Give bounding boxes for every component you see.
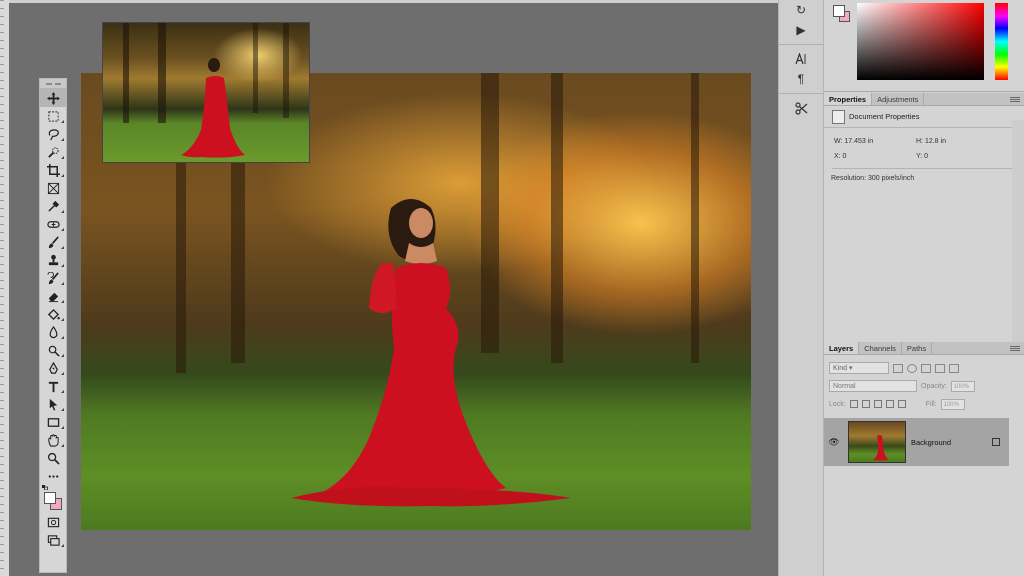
top-ruler bbox=[0, 0, 778, 3]
left-ruler bbox=[0, 0, 9, 576]
tool-presets-icon[interactable] bbox=[779, 98, 823, 118]
resolution-label: Resolution: 300 pixels/inch bbox=[831, 175, 915, 182]
fill-label: Fill: bbox=[925, 400, 937, 408]
lock-transparent-icon[interactable] bbox=[849, 400, 858, 408]
healing-brush-tool-icon[interactable] bbox=[40, 215, 66, 233]
right-panels: Properties Adjustments Document Properti… bbox=[824, 0, 1024, 576]
y-value[interactable]: Y: 0 bbox=[916, 153, 1006, 160]
frame-tool-icon[interactable] bbox=[40, 179, 66, 197]
tree-trunk bbox=[691, 73, 699, 363]
adjustment-filter-icon[interactable] bbox=[907, 363, 917, 373]
tab-properties[interactable]: Properties bbox=[824, 93, 873, 105]
woman-in-red-dress bbox=[291, 199, 571, 507]
panel-dock-icons: ↻ ▶ ¶ bbox=[778, 0, 824, 576]
foreground-color-swatch[interactable] bbox=[44, 492, 56, 504]
zoom-tool-icon[interactable] bbox=[40, 449, 66, 467]
clone-stamp-tool-icon[interactable] bbox=[40, 251, 66, 269]
layer-row-background[interactable]: 👁 Background bbox=[824, 418, 1009, 466]
document-properties-header: Document Properties bbox=[824, 106, 1024, 128]
move-tool-icon[interactable] bbox=[40, 89, 66, 107]
panel-menu-icon[interactable] bbox=[1010, 93, 1024, 105]
color-panel bbox=[824, 0, 1024, 92]
screen-mode-icon[interactable] bbox=[40, 531, 66, 549]
lock-artboard-icon[interactable] bbox=[885, 400, 894, 408]
marquee-tool-icon[interactable] bbox=[40, 107, 66, 125]
lock-image-icon[interactable] bbox=[861, 400, 870, 408]
properties-scrollbar[interactable] bbox=[1012, 120, 1024, 342]
toolbar-grip[interactable] bbox=[40, 79, 66, 89]
blend-mode-select[interactable]: Normal bbox=[829, 380, 917, 392]
crop-tool-icon[interactable] bbox=[40, 161, 66, 179]
tab-adjustments[interactable]: Adjustments bbox=[872, 93, 925, 105]
properties-panel: Document Properties W: 17.453 in H: 12.8… bbox=[824, 106, 1024, 342]
kind-filter-label: Kind bbox=[833, 365, 848, 372]
default-colors-icon[interactable] bbox=[42, 485, 48, 490]
color-panel-foreground-swatch[interactable] bbox=[833, 5, 845, 17]
actions-play-icon[interactable]: ▶ bbox=[779, 20, 823, 40]
blend-mode-label: Normal bbox=[833, 383, 856, 390]
rectangle-tool-icon[interactable] bbox=[40, 413, 66, 431]
layer-thumbnail bbox=[848, 421, 906, 463]
layer-lock-icon bbox=[992, 438, 1000, 446]
hand-tool-icon[interactable] bbox=[40, 431, 66, 449]
lock-label: Lock: bbox=[829, 400, 846, 408]
type-tool-icon[interactable] bbox=[40, 377, 66, 395]
type-filter-icon[interactable] bbox=[921, 363, 931, 373]
quick-mask-icon[interactable] bbox=[40, 513, 66, 531]
character-panel-icon[interactable] bbox=[779, 49, 823, 69]
layer-name[interactable]: Background bbox=[911, 438, 992, 447]
height-value[interactable]: H: 12.8 in bbox=[916, 138, 1006, 145]
history-brush-tool-icon[interactable] bbox=[40, 269, 66, 287]
history-icon[interactable]: ↻ bbox=[779, 0, 823, 20]
color-picker-field[interactable] bbox=[857, 3, 984, 80]
path-selection-tool-icon[interactable] bbox=[40, 395, 66, 413]
eyedropper-tool-icon[interactable] bbox=[40, 197, 66, 215]
tools-panel bbox=[39, 78, 67, 573]
layers-panel: Kind ▾ Normal Opacity: 100% Lock: Fill: … bbox=[824, 342, 1024, 576]
document-properties-label: Document Properties bbox=[849, 112, 920, 121]
dodge-tool-icon[interactable] bbox=[40, 341, 66, 359]
opacity-input[interactable]: 100% bbox=[950, 380, 975, 392]
brush-tool-icon[interactable] bbox=[40, 233, 66, 251]
paint-bucket-tool-icon[interactable] bbox=[40, 305, 66, 323]
reference-thumbnail bbox=[102, 22, 310, 163]
eraser-tool-icon[interactable] bbox=[40, 287, 66, 305]
shape-filter-icon[interactable] bbox=[935, 363, 945, 373]
lock-all-icon[interactable] bbox=[897, 400, 906, 408]
x-value[interactable]: X: 0 bbox=[834, 153, 916, 160]
kind-filter-select[interactable]: Kind ▾ bbox=[829, 362, 889, 374]
blur-tool-icon[interactable] bbox=[40, 323, 66, 341]
properties-tabbar: Properties Adjustments bbox=[824, 93, 1024, 106]
paragraph-panel-icon[interactable]: ¶ bbox=[779, 69, 823, 89]
lasso-tool-icon[interactable] bbox=[40, 125, 66, 143]
width-value[interactable]: W: 17.453 in bbox=[834, 138, 916, 145]
lock-position-icon[interactable] bbox=[873, 400, 882, 408]
hue-slider[interactable] bbox=[995, 3, 1008, 80]
smart-object-filter-icon[interactable] bbox=[949, 363, 959, 373]
quick-selection-tool-icon[interactable] bbox=[40, 143, 66, 161]
opacity-label: Opacity: bbox=[921, 382, 947, 390]
eye-icon[interactable]: 👁 bbox=[824, 437, 844, 448]
document-icon bbox=[832, 109, 845, 124]
fill-input[interactable]: 100% bbox=[940, 398, 965, 410]
pen-tool-icon[interactable] bbox=[40, 359, 66, 377]
color-swatches[interactable] bbox=[40, 485, 66, 513]
more-tools-icon[interactable] bbox=[40, 467, 66, 485]
pixel-filter-icon[interactable] bbox=[893, 363, 903, 373]
